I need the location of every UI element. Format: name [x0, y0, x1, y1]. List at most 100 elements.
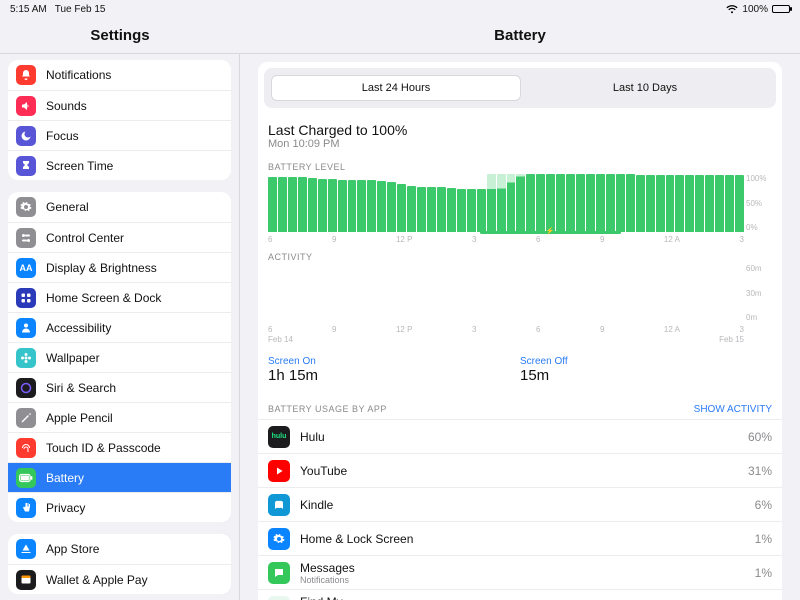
moon-icon — [16, 126, 36, 146]
time-range-segment[interactable]: Last 24 Hours Last 10 Days — [266, 70, 774, 106]
app-subtitle: Notifications — [300, 575, 745, 585]
siri-icon — [16, 378, 36, 398]
screen-on-value: 1h 15m — [268, 367, 520, 384]
last-charged-title: Last Charged to 100% — [268, 122, 772, 138]
app-row[interactable]: Find MyBackground Activity1% — [258, 589, 782, 600]
app-row[interactable]: Kindle 6% — [258, 487, 782, 521]
app-name: Find My — [300, 595, 745, 600]
finger-icon — [16, 438, 36, 458]
sidebar-item-label: App Store — [46, 542, 99, 556]
battery-content[interactable]: Last 24 Hours Last 10 Days Last Charged … — [240, 54, 800, 600]
sidebar-item-label: Privacy — [46, 501, 85, 515]
app-name: Messages — [300, 561, 745, 575]
battery-icon — [16, 468, 36, 488]
sidebar-item-label: Notifications — [46, 68, 111, 82]
sidebar-item-label: Touch ID & Passcode — [46, 441, 161, 455]
radar-icon — [268, 596, 290, 600]
screen-off-value: 15m — [520, 367, 772, 384]
last-charged-time: Mon 10:09 PM — [268, 138, 772, 150]
battery-icon — [772, 5, 790, 13]
sidebar-item-sounds[interactable]: Sounds — [8, 90, 231, 120]
hulu-icon: hulu — [268, 426, 290, 448]
app-percentage: 6% — [755, 498, 772, 512]
bubble-icon — [268, 562, 290, 584]
app-percentage: 31% — [748, 464, 772, 478]
sidebar-item-control[interactable]: Control Center — [8, 222, 231, 252]
sidebar-item-accessibility[interactable]: Accessibility — [8, 312, 231, 342]
sidebar-item-label: Home Screen & Dock — [46, 291, 161, 305]
play-icon — [268, 460, 290, 482]
gear-icon — [268, 528, 290, 550]
sidebar-item-label: Focus — [46, 129, 79, 143]
app-row[interactable]: YouTube 31% — [258, 453, 782, 487]
sidebar-item-general[interactable]: General — [8, 192, 231, 222]
show-activity-button[interactable]: SHOW ACTIVITY — [694, 404, 772, 415]
sidebar-item-touchid[interactable]: Touch ID & Passcode — [8, 432, 231, 462]
hand-icon — [16, 498, 36, 518]
gear-icon — [16, 197, 36, 217]
wallet-icon — [16, 570, 36, 590]
speaker-icon — [16, 96, 36, 116]
app-name: Home & Lock Screen — [300, 532, 745, 546]
seg-last-24h[interactable]: Last 24 Hours — [271, 75, 521, 101]
status-time: 5:15 AM — [10, 4, 47, 15]
app-name: Hulu — [300, 430, 738, 444]
header-settings-title: Settings — [0, 18, 240, 53]
sidebar-item-label: Apple Pencil — [46, 411, 113, 425]
sidebar-item-battery[interactable]: Battery — [8, 462, 231, 492]
charging-indicator — [480, 231, 621, 234]
app-percentage: 1% — [755, 566, 772, 580]
switches-icon — [16, 228, 36, 248]
AA-icon: AA — [16, 258, 36, 278]
activity-date-left: Feb 14 — [268, 335, 293, 344]
sidebar-item-privacy[interactable]: Privacy — [8, 492, 231, 522]
seg-last-10d[interactable]: Last 10 Days — [521, 75, 769, 101]
sidebar-item-label: Siri & Search — [46, 381, 116, 395]
sidebar-item-screentime[interactable]: Screen Time — [8, 150, 231, 180]
app-row[interactable]: MessagesNotifications 1% — [258, 555, 782, 589]
sidebar-item-label: Accessibility — [46, 321, 111, 335]
person-icon — [16, 318, 36, 338]
sidebar-item-label: Battery — [46, 471, 84, 485]
status-battery-pct: 100% — [742, 4, 768, 15]
sidebar-item-label: General — [46, 200, 89, 214]
sidebar-item-pencil[interactable]: Apple Pencil — [8, 402, 231, 432]
header-page-title: Battery — [240, 18, 800, 53]
sidebar-item-label: Sounds — [46, 99, 87, 113]
usage-by-app-label: BATTERY USAGE BY APP — [268, 404, 387, 415]
app-name: Kindle — [300, 498, 745, 512]
sidebar-item-label: Control Center — [46, 231, 124, 245]
battery-level-label: BATTERY LEVEL — [258, 154, 782, 174]
sidebar-item-label: Display & Brightness — [46, 261, 157, 275]
settings-sidebar[interactable]: Notifications Sounds Focus Screen Time Gene… — [0, 54, 240, 600]
screen-on-label: Screen On — [268, 356, 520, 367]
activity-label: ACTIVITY — [258, 244, 782, 264]
app-row[interactable]: Home & Lock Screen 1% — [258, 521, 782, 555]
screen-off-label: Screen Off — [520, 356, 772, 367]
sidebar-item-focus[interactable]: Focus — [8, 120, 231, 150]
app-name: YouTube — [300, 464, 738, 478]
grid-icon — [16, 288, 36, 308]
sidebar-item-notifications[interactable]: Notifications — [8, 60, 231, 90]
astore-icon — [16, 539, 36, 559]
sidebar-item-wallet[interactable]: Wallet & Apple Pay — [8, 564, 231, 594]
status-bar: 5:15 AM Tue Feb 15 100% — [0, 0, 800, 18]
app-row[interactable]: hulu Hulu 60% — [258, 419, 782, 453]
header: Settings Battery — [0, 18, 800, 54]
sidebar-item-label: Wallpaper — [46, 351, 100, 365]
sidebar-item-siri[interactable]: Siri & Search — [8, 372, 231, 402]
flower-icon — [16, 348, 36, 368]
wifi-icon — [726, 5, 738, 14]
sidebar-item-display[interactable]: AA Display & Brightness — [8, 252, 231, 282]
battery-level-chart: 100%50%0% 6912 P36912 A3 — [268, 174, 772, 244]
sidebar-item-label: Screen Time — [46, 159, 113, 173]
app-percentage: 1% — [755, 532, 772, 546]
app-percentage: 60% — [748, 430, 772, 444]
status-date: Tue Feb 15 — [55, 4, 106, 15]
bell-icon — [16, 65, 36, 85]
sidebar-item-home[interactable]: Home Screen & Dock — [8, 282, 231, 312]
sidebar-item-wallpaper[interactable]: Wallpaper — [8, 342, 231, 372]
activity-date-right: Feb 15 — [719, 335, 744, 344]
sidebar-item-appstore[interactable]: App Store — [8, 534, 231, 564]
book-icon — [268, 494, 290, 516]
